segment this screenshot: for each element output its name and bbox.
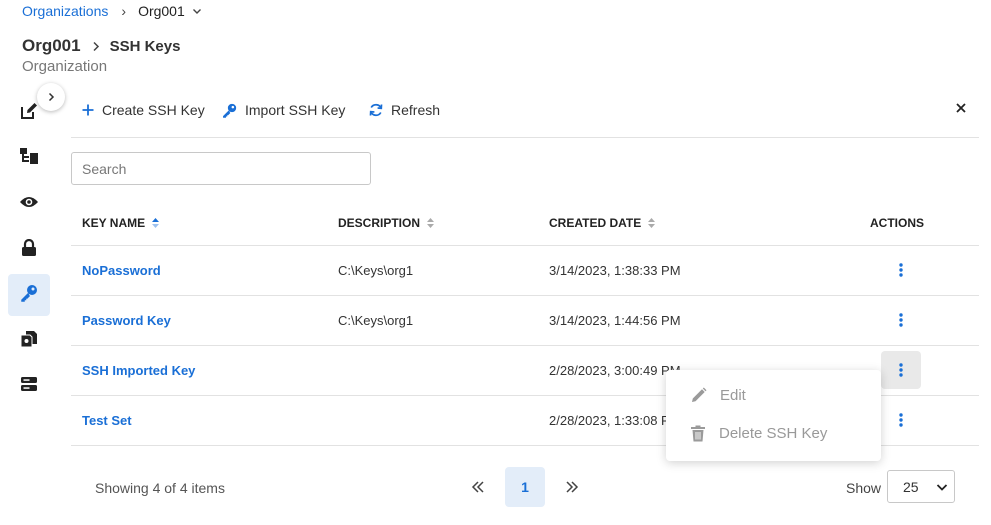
chevron-right-icon (92, 41, 100, 52)
key-icon (20, 284, 38, 307)
page-subtitle: Organization (22, 58, 108, 75)
more-vertical-icon (899, 413, 903, 427)
row-actions-button[interactable] (881, 351, 921, 389)
plus-icon (82, 104, 94, 116)
more-vertical-icon (899, 363, 903, 377)
key-created-date: 3/14/2023, 1:38:33 PM (549, 263, 681, 278)
page-size-select[interactable]: 25 (887, 470, 955, 503)
page-section-title: SSH Keys (109, 37, 181, 55)
page-button-current[interactable]: 1 (505, 467, 545, 507)
sort-icon (426, 217, 435, 229)
import-ssh-key-button[interactable]: Import SSH Key (222, 102, 345, 118)
hierarchy-icon (19, 147, 39, 170)
search-input[interactable] (71, 152, 371, 185)
lock-icon (21, 238, 37, 262)
pagination-info: Showing 4 of 4 items (95, 480, 225, 496)
sidebar-item-visibility[interactable] (8, 183, 50, 225)
key-icon (222, 103, 237, 118)
previous-page-button[interactable] (458, 467, 498, 507)
sidebar-item-security[interactable] (8, 229, 50, 271)
page-size-label: Show (846, 480, 882, 496)
double-chevron-left-icon (471, 481, 484, 493)
pencil-icon (690, 387, 707, 404)
double-chevron-right-icon (566, 481, 579, 493)
key-name-link[interactable]: NoPassword (82, 263, 161, 278)
expand-sidebar-button[interactable] (37, 83, 65, 111)
breadcrumb-current[interactable]: Org001 (138, 3, 185, 19)
column-header-key-name[interactable]: KEY NAME (82, 216, 160, 230)
sidebar-item-hierarchy[interactable] (8, 137, 50, 179)
next-page-button[interactable] (552, 467, 592, 507)
trash-icon (690, 425, 706, 442)
menu-item-delete-ssh-key[interactable]: Delete SSH Key (690, 425, 827, 442)
breadcrumb-organizations-link[interactable]: Organizations (22, 3, 108, 19)
column-header-description[interactable]: DESCRIPTION (338, 216, 435, 230)
sidebar-item-documents[interactable] (8, 320, 50, 362)
column-header-created-date[interactable]: CREATED DATE (549, 216, 656, 230)
key-created-date: 2/28/2023, 1:33:08 PM (549, 413, 681, 428)
sidebar-item-ssh-keys[interactable] (8, 274, 50, 316)
sort-icon (647, 217, 656, 229)
key-name-link[interactable]: Test Set (82, 413, 132, 428)
sort-ascending-icon (151, 217, 160, 229)
documents-icon (20, 330, 38, 353)
row-actions-menu: Edit Delete SSH Key (666, 370, 881, 461)
chevron-down-icon (936, 482, 948, 492)
table-row: Password Key C:\Keys\org1 3/14/2023, 1:4… (71, 296, 979, 346)
row-actions-button[interactable] (881, 401, 921, 439)
table-row: NoPassword C:\Keys\org1 3/14/2023, 1:38:… (71, 246, 979, 296)
server-icon (20, 376, 38, 397)
key-description: C:\Keys\org1 (338, 313, 414, 328)
refresh-button[interactable]: Refresh (369, 102, 440, 118)
menu-item-edit[interactable]: Edit (690, 387, 746, 404)
key-description: C:\Keys\org1 (338, 263, 414, 278)
refresh-icon (369, 103, 383, 117)
page-title: Org001 (22, 36, 81, 55)
more-vertical-icon (899, 263, 903, 277)
page-title-row: Org001 SSH Keys (22, 36, 180, 56)
edit-icon (20, 102, 38, 125)
column-header-actions: ACTIONS (870, 216, 924, 230)
table-header: KEY NAME DESCRIPTION CREATED DATE ACTION… (71, 200, 979, 246)
key-created-date: 2/28/2023, 3:00:49 PM (549, 363, 681, 378)
chevron-right-icon (48, 92, 55, 102)
eye-icon (19, 195, 39, 214)
key-name-link[interactable]: SSH Imported Key (82, 363, 195, 378)
toolbar: Create SSH Key Import SSH Key Refresh (71, 90, 979, 138)
key-created-date: 3/14/2023, 1:44:56 PM (549, 313, 681, 328)
breadcrumb: Organizations › Org001 (22, 3, 202, 19)
sidebar-item-servers[interactable] (8, 365, 50, 407)
close-icon[interactable] (955, 102, 967, 114)
breadcrumb-separator: › (121, 3, 127, 19)
chevron-down-icon[interactable] (192, 6, 202, 16)
page-size-value: 25 (903, 478, 919, 495)
more-vertical-icon (899, 313, 903, 327)
row-actions-button[interactable] (881, 301, 921, 339)
create-ssh-key-button[interactable]: Create SSH Key (82, 102, 205, 118)
row-actions-button[interactable] (881, 251, 921, 289)
key-name-link[interactable]: Password Key (82, 313, 171, 328)
